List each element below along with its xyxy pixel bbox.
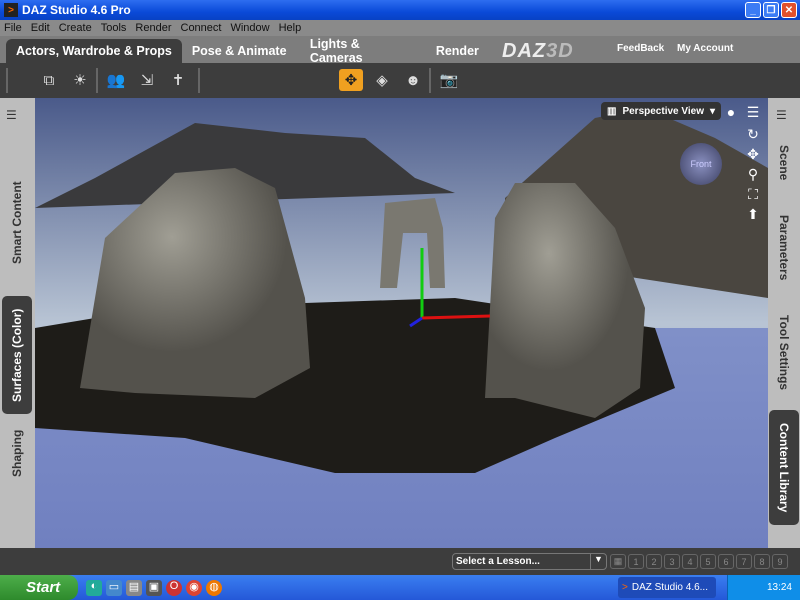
taskbar: Start ◐ ▭ ▤ ▣ O ◉ ◍ > DAZ Studio 4.6... … <box>0 575 800 600</box>
menu-connect[interactable]: Connect <box>181 22 222 34</box>
surface-tool-icon[interactable]: ◈ <box>370 69 394 91</box>
lesson-step-6[interactable]: 6 <box>718 554 734 569</box>
lesson-step-4[interactable]: 4 <box>682 554 698 569</box>
tab-scene[interactable]: Scene <box>769 138 799 188</box>
chevron-down-icon: ▾ <box>710 105 716 117</box>
separator <box>96 68 98 93</box>
taskbar-item-daz[interactable]: > DAZ Studio 4.6... <box>618 577 716 598</box>
my-account-link[interactable]: My Account <box>677 43 733 54</box>
lesson-bar: Select a Lesson... ▼ ▦ 1 2 3 4 5 6 7 8 9 <box>0 548 800 575</box>
toolbar: ⧉ ☀ 👥 ⇲ ✝ ✥ ◈ ☻ 📷 <box>0 63 800 98</box>
right-panel-tabs: ☰ Scene Parameters Tool Settings Content… <box>768 98 800 548</box>
scene-render <box>35 98 768 548</box>
menu-render[interactable]: Render <box>135 22 171 34</box>
view-cube[interactable]: Front <box>680 143 722 185</box>
lesson-step-7[interactable]: 7 <box>736 554 752 569</box>
printer-icon[interactable]: ▤ <box>126 580 142 596</box>
title-bar: > DAZ Studio 4.6 Pro _ ❐ ✕ <box>0 0 800 20</box>
menu-file[interactable]: File <box>4 22 22 34</box>
tab-actors-wardrobe-props[interactable]: Actors, Wardrobe & Props <box>6 39 182 63</box>
restore-button[interactable]: ❐ <box>763 2 779 18</box>
firefox-icon[interactable]: ◍ <box>206 580 222 596</box>
tab-parameters[interactable]: Parameters <box>769 208 799 288</box>
menu-edit[interactable]: Edit <box>31 22 50 34</box>
add-node-icon[interactable]: ⧉ <box>37 69 61 91</box>
separator <box>198 68 200 93</box>
lesson-grid-icon[interactable]: ▦ <box>610 554 626 569</box>
lesson-step-9[interactable]: 9 <box>772 554 788 569</box>
window-title: DAZ Studio 4.6 Pro <box>22 3 131 17</box>
start-label: Start <box>26 579 61 596</box>
lesson-step-3[interactable]: 3 <box>664 554 680 569</box>
tab-render[interactable]: Render <box>426 39 489 63</box>
layout-icon: ▥ <box>607 105 617 117</box>
figure-transfer-icon[interactable]: ✝ <box>166 69 190 91</box>
pan-icon[interactable]: ✥ <box>745 146 761 163</box>
chevron-down-icon: ▼ <box>590 554 606 569</box>
lesson-placeholder: Select a Lesson... <box>456 556 540 567</box>
tab-smart-content[interactable]: Smart Content <box>2 168 32 278</box>
camera-icon[interactable]: 📷 <box>437 69 461 91</box>
lesson-step-5[interactable]: 5 <box>700 554 716 569</box>
tab-content-library[interactable]: Content Library <box>769 410 799 525</box>
frame-icon[interactable]: ⛶ <box>745 186 761 203</box>
viewport-menu-icon[interactable]: ☰ <box>745 104 761 121</box>
daz3d-logo: DAZ3D <box>502 40 574 62</box>
universal-tool-icon[interactable]: ✥ <box>339 69 363 91</box>
tab-surfaces[interactable]: Surfaces (Color) <box>2 296 32 414</box>
menu-tools[interactable]: Tools <box>101 22 127 34</box>
lesson-step-8[interactable]: 8 <box>754 554 770 569</box>
3d-viewport[interactable]: ▥ Perspective View ▾ ● ☰ ↻ ✥ ⚲ ⛶ ⬆ Front <box>35 98 768 548</box>
transfer-icon[interactable]: ⇲ <box>135 69 159 91</box>
tab-tool-settings[interactable]: Tool Settings <box>769 308 799 398</box>
quicklaunch-icon[interactable]: ◐ <box>86 580 102 596</box>
daz-app-icon: > <box>4 3 18 17</box>
menu-help[interactable]: Help <box>279 22 302 34</box>
task-label: DAZ Studio 4.6... <box>631 582 708 593</box>
figure-fit-icon[interactable]: 👥 <box>104 69 128 91</box>
tab-pose-animate[interactable]: Pose & Animate <box>182 39 300 63</box>
feedback-link[interactable]: FeedBack <box>617 43 664 54</box>
tab-lights-cameras[interactable]: Lights & Cameras <box>300 37 426 65</box>
view-selector[interactable]: ▥ Perspective View ▾ <box>601 102 722 120</box>
opera-icon[interactable]: O <box>166 580 182 596</box>
menu-create[interactable]: Create <box>59 22 92 34</box>
chrome-icon[interactable]: ◉ <box>186 580 202 596</box>
menu-bar: File Edit Create Tools Render Connect Wi… <box>0 20 800 36</box>
x-axis-gizmo[interactable] <box>421 314 491 320</box>
clock: 13:24 <box>766 582 792 593</box>
panel-menu-icon[interactable]: ☰ <box>6 108 22 122</box>
app-icon[interactable]: ▣ <box>146 580 162 596</box>
reset-icon[interactable]: ⬆ <box>745 206 761 223</box>
separator <box>429 68 431 93</box>
daz-app-icon: > <box>622 582 628 593</box>
lesson-select[interactable]: Select a Lesson... ▼ <box>452 553 607 570</box>
menu-window[interactable]: Window <box>230 22 269 34</box>
system-tray: 13:24 <box>727 575 800 600</box>
lesson-step-1[interactable]: 1 <box>628 554 644 569</box>
close-button[interactable]: ✕ <box>781 2 797 18</box>
draw-style-icon[interactable]: ● <box>723 104 739 120</box>
start-button[interactable]: Start <box>0 575 78 600</box>
minimize-button[interactable]: _ <box>745 2 761 18</box>
separator <box>6 68 8 93</box>
panel-menu-icon[interactable]: ☰ <box>776 108 792 122</box>
left-panel-tabs: ☰ Smart Content Surfaces (Color) Shaping <box>0 98 35 548</box>
view-label: Perspective View <box>622 105 704 117</box>
desktop-icon[interactable]: ▭ <box>106 580 122 596</box>
environment-icon[interactable]: ☀ <box>68 69 92 91</box>
figure-tool-icon[interactable]: ☻ <box>401 69 425 91</box>
lesson-step-2[interactable]: 2 <box>646 554 662 569</box>
tab-shaping[interactable]: Shaping <box>2 423 32 483</box>
orbit-icon[interactable]: ↻ <box>745 126 761 143</box>
cube-face-label: Front <box>690 159 712 169</box>
zoom-icon[interactable]: ⚲ <box>745 166 761 183</box>
